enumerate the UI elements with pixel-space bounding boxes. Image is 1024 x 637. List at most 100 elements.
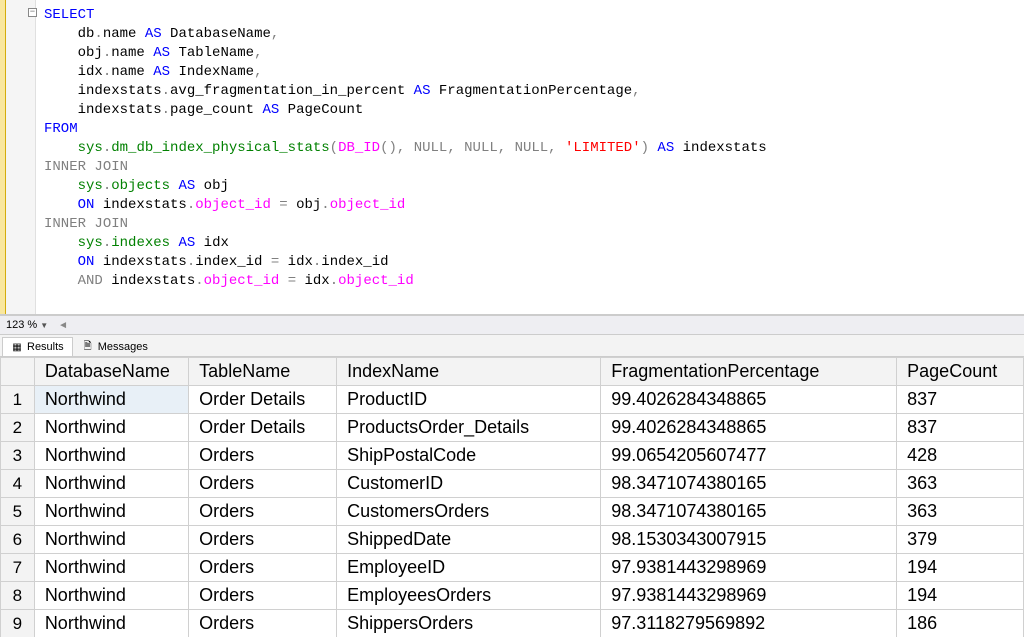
caret-down-icon[interactable]: ▼ [40,321,48,330]
cell[interactable]: 363 [897,470,1024,498]
editor-gutter: − [6,0,36,314]
row-number[interactable]: 8 [1,582,35,610]
col-fragmentationpercentage[interactable]: FragmentationPercentage [601,358,897,386]
cell[interactable]: 99.0654205607477 [601,442,897,470]
code-line[interactable]: INNER JOIN [44,158,1016,177]
cell[interactable]: Northwind [34,386,188,414]
cell[interactable]: Order Details [189,386,337,414]
code-line[interactable]: indexstats.page_count AS PageCount [44,101,1016,120]
tab-messages-label: Messages [98,341,148,353]
row-number[interactable]: 5 [1,498,35,526]
cell[interactable]: ProductsOrder_Details [337,414,601,442]
table-row[interactable]: 7NorthwindOrdersEmployeeID97.93814432989… [1,554,1024,582]
cell[interactable]: 99.4026284348865 [601,414,897,442]
row-number[interactable]: 7 [1,554,35,582]
col-tablename[interactable]: TableName [189,358,337,386]
cell[interactable]: 97.3118279569892 [601,610,897,637]
cell[interactable]: Northwind [34,414,188,442]
scroll-left-icon[interactable]: ◄ [58,320,68,331]
cell[interactable]: 98.3471074380165 [601,498,897,526]
code-pane[interactable]: SELECT db.name AS DatabaseName, obj.name… [36,0,1024,314]
cell[interactable]: 98.3471074380165 [601,470,897,498]
cell[interactable]: Northwind [34,442,188,470]
cell[interactable]: Northwind [34,470,188,498]
table-row[interactable]: 3NorthwindOrdersShipPostalCode99.0654205… [1,442,1024,470]
cell[interactable]: Orders [189,498,337,526]
table-row[interactable]: 4NorthwindOrdersCustomerID98.34710743801… [1,470,1024,498]
cell[interactable]: 428 [897,442,1024,470]
tab-messages[interactable]: 🗎 Messages [73,337,157,356]
tab-results-label: Results [27,341,64,353]
cell[interactable]: EmployeesOrders [337,582,601,610]
tab-results[interactable]: ▦ Results [2,337,73,356]
cell[interactable]: 99.4026284348865 [601,386,897,414]
grid-icon: ▦ [11,341,23,353]
cell[interactable]: ShippersOrders [337,610,601,637]
row-number[interactable]: 4 [1,470,35,498]
code-line[interactable]: sys.indexes AS idx [44,234,1016,253]
code-line[interactable]: sys.dm_db_index_physical_stats(DB_ID(), … [44,139,1016,158]
code-line[interactable]: AND indexstats.object_id = idx.object_id [44,272,1016,291]
cell[interactable]: CustomerID [337,470,601,498]
cell[interactable]: Northwind [34,526,188,554]
cell[interactable]: 194 [897,554,1024,582]
zoom-level[interactable]: 123 % [6,319,37,331]
cell[interactable]: Northwind [34,554,188,582]
cell[interactable]: Orders [189,526,337,554]
cell[interactable]: 837 [897,386,1024,414]
cell[interactable]: 379 [897,526,1024,554]
cell[interactable]: 194 [897,582,1024,610]
cell[interactable]: ShippedDate [337,526,601,554]
cell[interactable]: Orders [189,610,337,637]
results-grid[interactable]: DatabaseName TableName IndexName Fragmen… [0,357,1024,637]
results-tabs: ▦ Results 🗎 Messages [0,335,1024,357]
col-pagecount[interactable]: PageCount [897,358,1024,386]
code-line[interactable]: SELECT [44,6,1016,25]
cell[interactable]: 97.9381443298969 [601,554,897,582]
code-line[interactable]: INNER JOIN [44,215,1016,234]
table-row[interactable]: 5NorthwindOrdersCustomersOrders98.347107… [1,498,1024,526]
cell[interactable]: Order Details [189,414,337,442]
col-databasename[interactable]: DatabaseName [34,358,188,386]
table-row[interactable]: 2NorthwindOrder DetailsProductsOrder_Det… [1,414,1024,442]
cell[interactable]: 186 [897,610,1024,637]
cell[interactable]: Orders [189,442,337,470]
cell[interactable]: ShipPostalCode [337,442,601,470]
header-row: DatabaseName TableName IndexName Fragmen… [1,358,1024,386]
sql-editor[interactable]: − SELECT db.name AS DatabaseName, obj.na… [0,0,1024,315]
cell[interactable]: Northwind [34,582,188,610]
table-row[interactable]: 8NorthwindOrdersEmployeesOrders97.938144… [1,582,1024,610]
row-number[interactable]: 9 [1,610,35,637]
table-row[interactable]: 6NorthwindOrdersShippedDate98.1530343007… [1,526,1024,554]
code-line[interactable]: ON indexstats.object_id = obj.object_id [44,196,1016,215]
cell[interactable]: Northwind [34,498,188,526]
cell[interactable]: Northwind [34,610,188,637]
code-line[interactable]: FROM [44,120,1016,139]
row-header-blank [1,358,35,386]
cell[interactable]: 837 [897,414,1024,442]
cell[interactable]: Orders [189,582,337,610]
code-line[interactable]: obj.name AS TableName, [44,44,1016,63]
row-number[interactable]: 3 [1,442,35,470]
code-line[interactable]: indexstats.avg_fragmentation_in_percent … [44,82,1016,101]
cell[interactable]: CustomersOrders [337,498,601,526]
table-row[interactable]: 9NorthwindOrdersShippersOrders97.3118279… [1,610,1024,637]
col-indexname[interactable]: IndexName [337,358,601,386]
cell[interactable]: 97.9381443298969 [601,582,897,610]
table-row[interactable]: 1NorthwindOrder DetailsProductID99.40262… [1,386,1024,414]
code-line[interactable]: ON indexstats.index_id = idx.index_id [44,253,1016,272]
row-number[interactable]: 6 [1,526,35,554]
cell[interactable]: 363 [897,498,1024,526]
cell[interactable]: Orders [189,554,337,582]
code-line[interactable]: db.name AS DatabaseName, [44,25,1016,44]
cell[interactable]: ProductID [337,386,601,414]
code-line[interactable]: idx.name AS IndexName, [44,63,1016,82]
cell[interactable]: 98.1530343007915 [601,526,897,554]
code-line[interactable]: sys.objects AS obj [44,177,1016,196]
messages-icon: 🗎 [82,341,94,353]
row-number[interactable]: 1 [1,386,35,414]
zoom-bar: 123 % ▼ ◄ [0,315,1024,335]
cell[interactable]: Orders [189,470,337,498]
row-number[interactable]: 2 [1,414,35,442]
cell[interactable]: EmployeeID [337,554,601,582]
